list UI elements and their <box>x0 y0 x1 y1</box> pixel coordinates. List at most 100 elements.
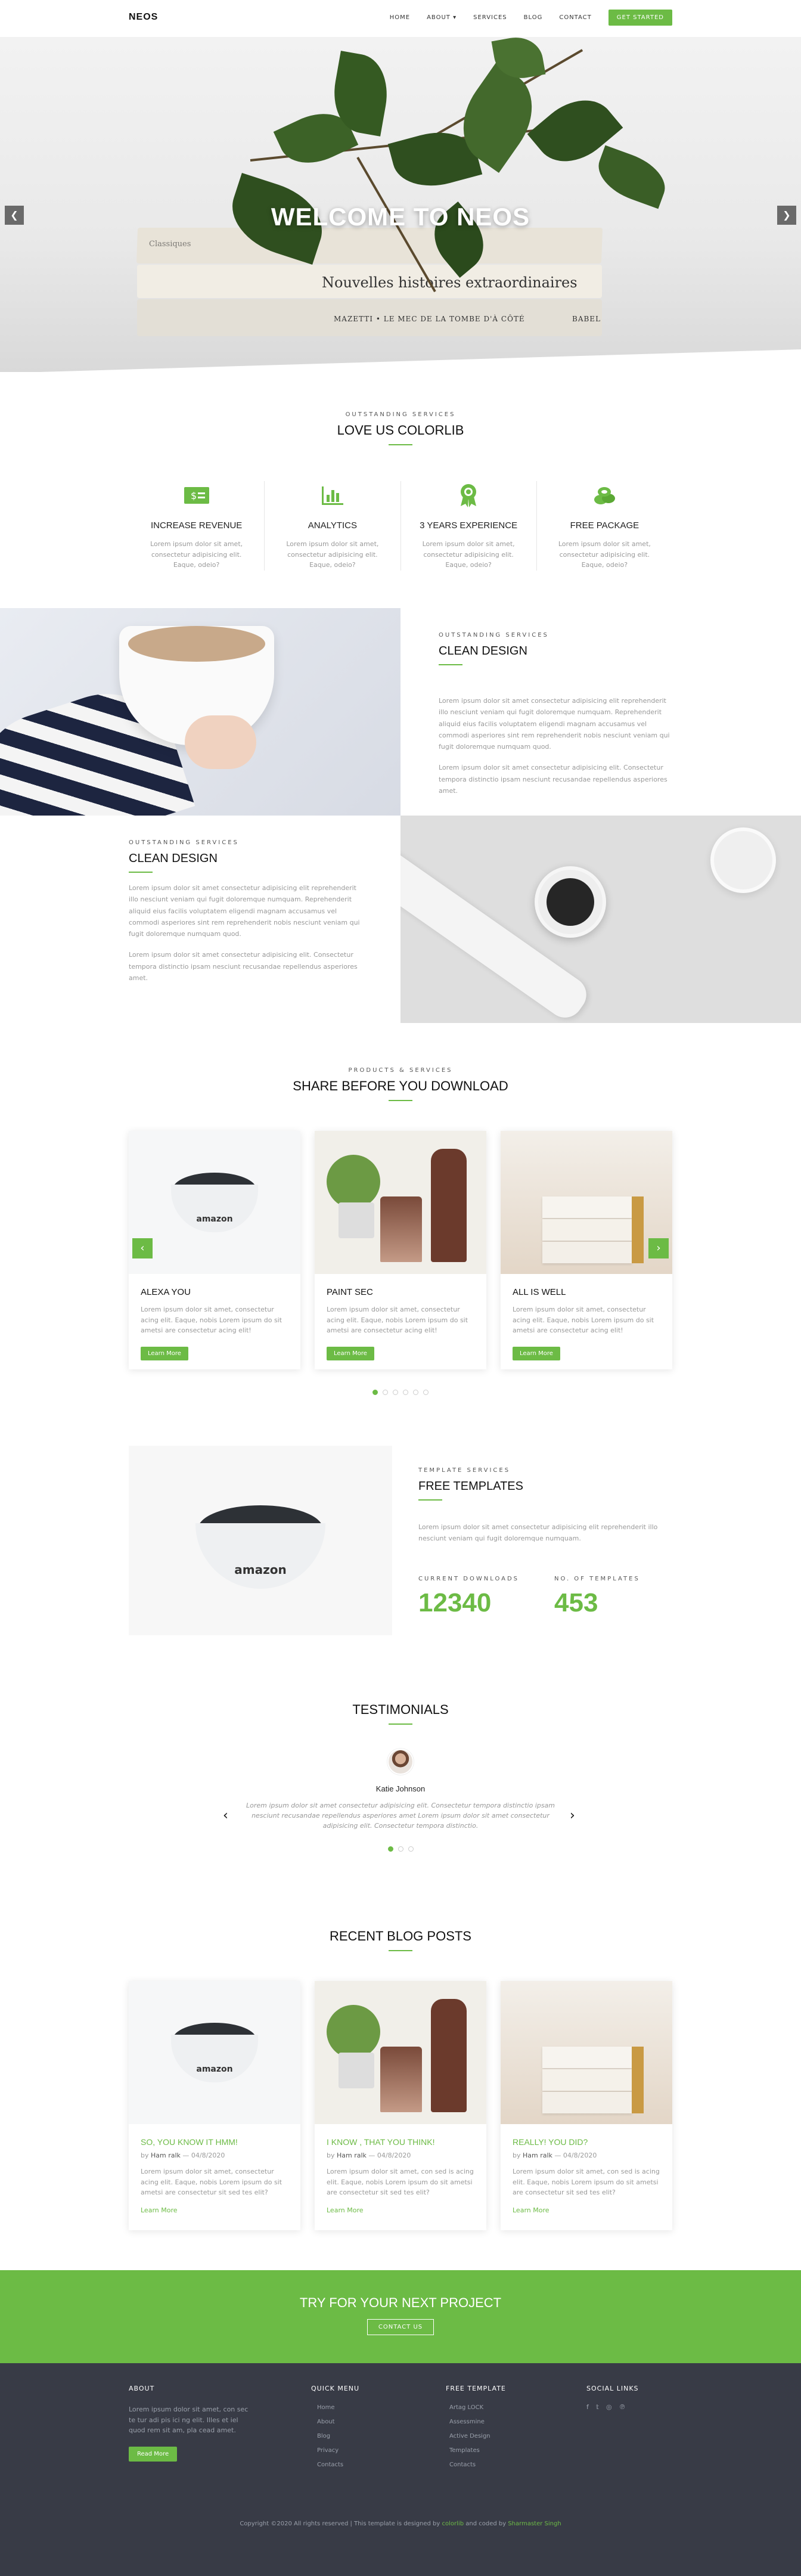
plant <box>327 2005 380 2059</box>
facebook-icon[interactable]: f <box>586 2403 589 2411</box>
blog-post-excerpt: Lorem ipsum dolor sit amet, con sed is a… <box>327 2168 474 2197</box>
carousel-dot[interactable] <box>408 1846 414 1852</box>
testimonial-prev-arrow[interactable]: ‹ <box>223 1808 228 1823</box>
plant-pot <box>339 1202 374 1238</box>
title-underline <box>418 1499 442 1501</box>
nav-home[interactable]: HOME <box>390 14 410 21</box>
footer-link[interactable]: Privacy <box>317 2444 359 2458</box>
echo-brand: amazon <box>234 1563 287 1577</box>
smoothie-image <box>315 1981 486 2124</box>
site-logo[interactable]: NEOS <box>129 12 158 23</box>
get-started-button[interactable]: GET STARTED <box>608 10 672 26</box>
stat-label: CURRENT DOWNLOADS <box>418 1576 520 1582</box>
service-title: INCREASE REVENUE <box>150 520 243 531</box>
footer-link[interactable]: Active Design <box>449 2429 506 2444</box>
footer-free-template: FREE TEMPLATE Artag LOCK Assessmine Acti… <box>446 2385 506 2472</box>
title-underline <box>389 1950 412 1951</box>
nav-blog[interactable]: BLOG <box>524 14 543 21</box>
nav-services[interactable]: SERVICES <box>473 14 507 21</box>
carousel-dot[interactable] <box>393 1390 398 1395</box>
author-link[interactable]: Sharmaster Singh <box>508 2521 561 2527</box>
soap-box <box>542 2069 632 2091</box>
carousel-dot[interactable] <box>413 1390 418 1395</box>
plant-leaf <box>591 145 673 209</box>
learn-more-link[interactable]: Learn More <box>327 2206 474 2214</box>
footer-link[interactable]: Blog <box>317 2429 359 2444</box>
footer-heading: ABOUT <box>129 2385 155 2392</box>
copyright: Copyright ©2020 All rights reserved | Th… <box>0 2521 801 2527</box>
service-item: FREE PACKAGE Lorem ipsum dolor sit amet,… <box>537 481 672 571</box>
plant <box>327 1155 380 1208</box>
instagram-icon[interactable]: ◎ <box>606 2403 612 2411</box>
blog-post-excerpt: Lorem ipsum dolor sit amet, consectetur … <box>141 2168 282 2197</box>
feature-paragraph: Lorem ipsum dolor sit amet consectetur a… <box>129 884 360 938</box>
nav-contact[interactable]: CONTACT <box>559 14 591 21</box>
cta-title: TRY FOR YOUR NEXT PROJECT <box>299 2295 502 2310</box>
blog-post-meta: by Ham ralk — 04/8/2020 <box>141 2152 225 2159</box>
blog-post-title[interactable]: I KNOW , THAT YOU THINK! <box>327 2137 474 2147</box>
hero-next-arrow[interactable]: ❯ <box>777 206 796 225</box>
book-spine-text: Nouvelles histoires extraordinaires <box>322 274 578 291</box>
book-spine-text: Classiques <box>149 240 191 249</box>
footer-link[interactable]: Artag LOCK <box>449 2401 506 2415</box>
carousel-dot[interactable] <box>423 1390 429 1395</box>
footer-link[interactable]: About <box>317 2415 359 2429</box>
title-underline <box>129 872 153 873</box>
read-more-button[interactable]: Read More <box>129 2446 178 2462</box>
footer-link[interactable]: Contacts <box>317 2458 359 2472</box>
chevron-right-icon: ❯ <box>783 209 791 221</box>
echo-dot-image: amazon <box>129 1446 392 1635</box>
site-footer: ABOUT Lorem ipsum dolor sit amet, con se… <box>0 2363 801 2576</box>
feature-title: CLEAN DESIGN <box>129 852 218 865</box>
learn-more-link[interactable]: Learn More <box>513 2206 660 2214</box>
svg-text:$: $ <box>191 490 197 501</box>
carousel-next-arrow[interactable]: › <box>648 1238 669 1258</box>
product-card: PAINT SEC Lorem ipsum dolor sit amet, co… <box>315 1131 486 1369</box>
nav-about[interactable]: ABOUT ▾ <box>427 14 457 21</box>
carousel-dot[interactable] <box>387 1846 393 1852</box>
chevron-left-icon: ❮ <box>10 209 18 221</box>
carousel-dots <box>0 1390 801 1395</box>
service-item: $ INCREASE REVENUE Lorem ipsum dolor sit… <box>129 481 265 571</box>
title-underline <box>439 664 462 665</box>
learn-more-link[interactable]: Learn More <box>141 2206 288 2214</box>
pinterest-icon[interactable]: ℗ <box>619 2403 626 2411</box>
contact-us-button[interactable]: CONTACT US <box>367 2319 434 2335</box>
chevron-right-icon: › <box>656 1242 661 1254</box>
watch-image <box>401 816 801 1023</box>
carousel-dot[interactable] <box>403 1390 408 1395</box>
twitter-icon[interactable]: 𝕥 <box>596 2403 599 2411</box>
learn-more-button[interactable]: Learn More <box>327 1346 374 1360</box>
hero-slant-divider <box>0 349 801 372</box>
service-text: Lorem ipsum dolor sit amet, consectetur … <box>150 540 243 569</box>
footer-link[interactable]: Assessmine <box>449 2415 506 2429</box>
soap-box <box>542 2092 632 2113</box>
blog-post-title[interactable]: SO, YOU KNOW IT HMM! <box>141 2137 288 2147</box>
carousel-dot[interactable] <box>398 1846 403 1852</box>
blog-post-title[interactable]: REALLY! YOU DID? <box>513 2137 660 2147</box>
footer-link[interactable]: Templates <box>449 2444 506 2458</box>
feature-paragraph: Lorem ipsum dolor sit amet consectetur a… <box>439 697 670 751</box>
feature-text: OUTSTANDING SERVICES CLEAN DESIGN Lorem … <box>129 839 362 984</box>
card-text: Lorem ipsum dolor sit amet, consectetur … <box>327 1306 468 1335</box>
carousel-prev-arrow[interactable]: ‹ <box>132 1238 153 1258</box>
free-templates-paragraph: Lorem ipsum dolor sit amet consectetur a… <box>418 1523 658 1542</box>
footer-link[interactable]: Contacts <box>449 2458 506 2472</box>
watch-screen <box>547 878 594 926</box>
smoothie-glass <box>380 2047 422 2112</box>
feature-paragraph: Lorem ipsum dolor sit amet consectetur a… <box>439 764 668 795</box>
soap-boxes-image <box>501 1131 672 1274</box>
carousel-dot[interactable] <box>383 1390 388 1395</box>
learn-more-button[interactable]: Learn More <box>141 1346 188 1360</box>
footer-heading: QUICK MENU <box>311 2385 360 2392</box>
title-underline <box>389 1723 412 1725</box>
carousel-dot[interactable] <box>372 1390 378 1395</box>
colorlib-link[interactable]: colorlib <box>442 2521 464 2527</box>
hero-title: WELCOME TO NEOS <box>271 203 530 231</box>
hero-prev-arrow[interactable]: ❮ <box>5 206 24 225</box>
coffee-cup-image <box>0 608 401 816</box>
hero-slider: Classiques Nouvelles histoires extraordi… <box>0 37 801 372</box>
testimonial-next-arrow[interactable]: › <box>570 1808 575 1823</box>
learn-more-button[interactable]: Learn More <box>513 1346 560 1360</box>
footer-link[interactable]: Home <box>317 2401 359 2415</box>
